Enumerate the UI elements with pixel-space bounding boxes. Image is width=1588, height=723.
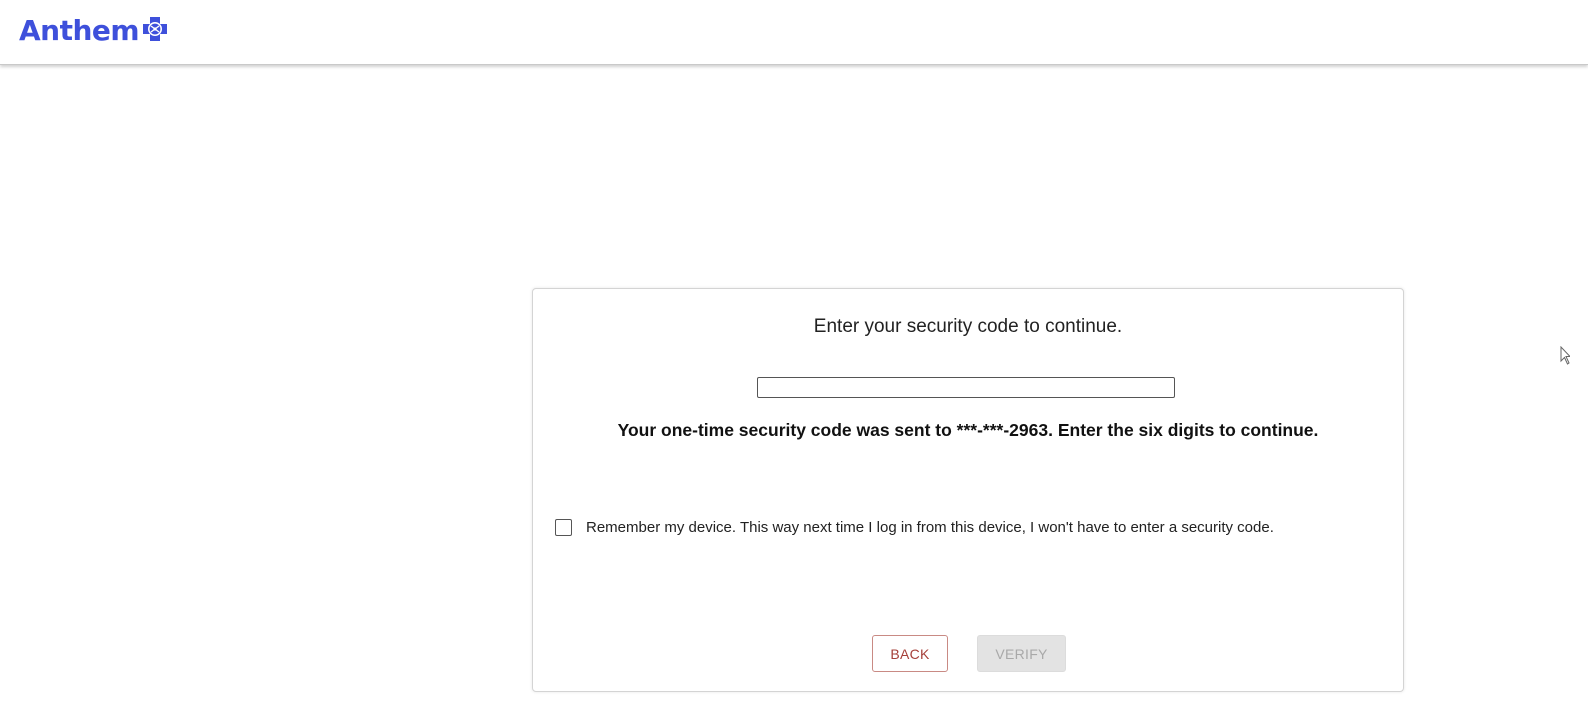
- remember-device-row[interactable]: Remember my device. This way next time I…: [555, 519, 1274, 536]
- site-header: Anthem: [0, 0, 1588, 65]
- back-button[interactable]: BACK: [872, 635, 948, 672]
- verify-button[interactable]: VERIFY: [977, 635, 1066, 672]
- security-code-card: Enter your security code to continue. Yo…: [532, 288, 1404, 692]
- remember-device-label[interactable]: Remember my device. This way next time I…: [586, 519, 1274, 536]
- anthem-cross-shield-icon: [143, 17, 168, 41]
- code-sent-message: Your one-time security code was sent to …: [617, 420, 1319, 440]
- brand-name: Anthem: [19, 14, 140, 47]
- remember-device-checkbox[interactable]: [555, 519, 572, 536]
- card-title: Enter your security code to continue.: [813, 316, 1123, 337]
- security-code-input[interactable]: [757, 377, 1175, 398]
- anthem-logo[interactable]: Anthem: [19, 14, 168, 48]
- mouse-cursor-icon: [1560, 346, 1570, 365]
